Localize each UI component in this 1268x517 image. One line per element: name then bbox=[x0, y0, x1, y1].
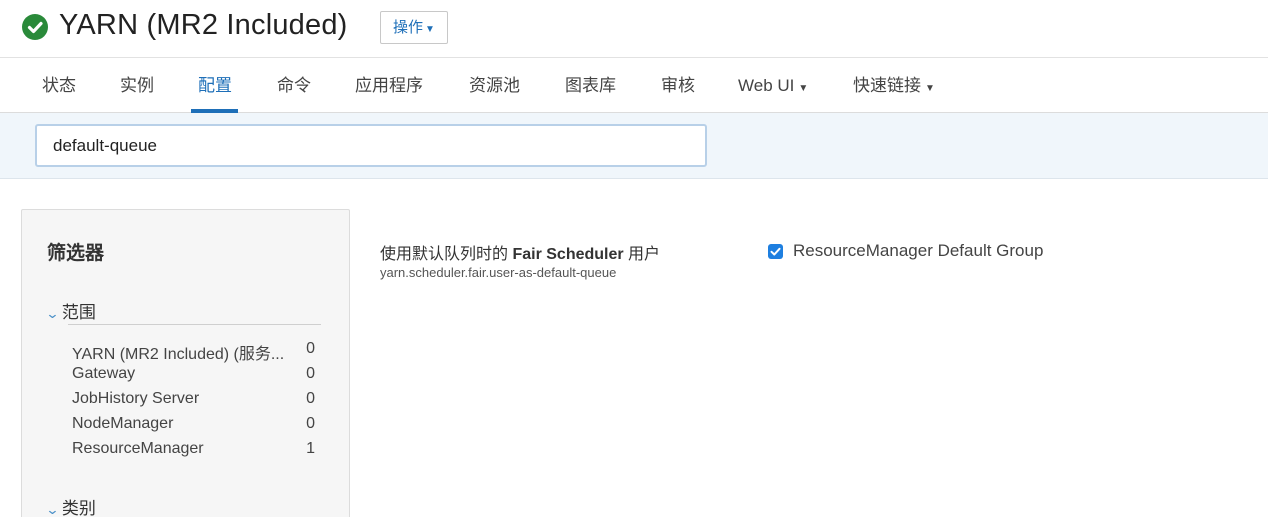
tab-label: 应用程序 bbox=[355, 76, 423, 95]
tab-applications[interactable]: 应用程序 bbox=[355, 58, 423, 113]
filter-item-jobhistory-server[interactable]: JobHistory Server 0 bbox=[72, 390, 322, 412]
actions-label: 操作 bbox=[393, 19, 424, 36]
chevron-down-icon: ⌄ bbox=[45, 306, 60, 321]
property-title-prefix: 使用默认队列时的 bbox=[380, 246, 513, 263]
caret-down-icon: ▼ bbox=[798, 83, 809, 94]
tab-status[interactable]: 状态 bbox=[42, 58, 76, 113]
tab-chart-library[interactable]: 图表库 bbox=[565, 58, 616, 113]
filter-item-name: ResourceManager bbox=[72, 440, 204, 457]
tab-label: 审核 bbox=[661, 76, 695, 95]
property-title: 使用默认队列时的 Fair Scheduler 用户 bbox=[380, 240, 660, 264]
property-title-suffix: 用户 bbox=[623, 246, 661, 263]
chevron-down-icon: ⌄ bbox=[45, 502, 60, 517]
filter-item-yarn-service[interactable]: YARN (MR2 Included) (服务... 0 bbox=[72, 340, 322, 363]
filter-item-name: NodeManager bbox=[72, 415, 174, 432]
search-bar-area bbox=[0, 113, 1268, 179]
tab-label: 快速链接 bbox=[853, 76, 921, 95]
tab-bar: 状态 实例 配置 命令 应用程序 资源池 图表库 审核 Web UI ▼ 快速链接… bbox=[0, 57, 1268, 113]
tab-configuration[interactable]: 配置 bbox=[191, 58, 238, 113]
filter-item-count: 0 bbox=[306, 415, 315, 432]
search-input[interactable] bbox=[35, 124, 707, 167]
tab-resource-pools[interactable]: 资源池 bbox=[469, 58, 520, 113]
filter-item-name: JobHistory Server bbox=[72, 390, 200, 407]
tab-label: 配置 bbox=[198, 76, 232, 95]
tab-label: 实例 bbox=[120, 76, 154, 95]
property-title-bold: Fair Scheduler bbox=[512, 246, 624, 263]
tab-label: 状态 bbox=[42, 76, 76, 95]
tab-instances[interactable]: 实例 bbox=[120, 58, 154, 113]
tab-label: 图表库 bbox=[565, 76, 616, 95]
page-header: YARN (MR2 Included) 操作 ▼ bbox=[0, 0, 1268, 57]
category-section-toggle[interactable]: ⌄ 类别 bbox=[45, 494, 96, 517]
caret-down-icon: ▼ bbox=[425, 24, 435, 35]
scope-label: 范围 bbox=[61, 303, 96, 322]
category-label: 类别 bbox=[61, 499, 96, 517]
filter-item-gateway[interactable]: Gateway 0 bbox=[72, 365, 322, 387]
actions-dropdown-button[interactable]: 操作 ▼ bbox=[380, 11, 448, 44]
filter-item-count: 0 bbox=[306, 365, 315, 382]
scope-section-toggle[interactable]: ⌄ 范围 bbox=[45, 298, 96, 323]
property-key: yarn.scheduler.fair.user-as-default-queu… bbox=[380, 265, 617, 280]
tab-web-ui[interactable]: Web UI ▼ bbox=[738, 58, 808, 113]
section-divider bbox=[68, 324, 321, 325]
filter-item-name: YARN (MR2 Included) (服务... bbox=[72, 346, 285, 363]
property-value-label: ResourceManager Default Group bbox=[793, 241, 1044, 260]
tab-label: 命令 bbox=[277, 76, 311, 95]
page-title: YARN (MR2 Included) bbox=[59, 9, 348, 41]
filter-item-resourcemanager[interactable]: ResourceManager 1 bbox=[72, 440, 322, 462]
tab-label: 资源池 bbox=[469, 76, 520, 95]
filter-item-nodemanager[interactable]: NodeManager 0 bbox=[72, 415, 322, 437]
filter-item-name: Gateway bbox=[72, 365, 136, 382]
tab-commands[interactable]: 命令 bbox=[277, 58, 311, 113]
caret-down-icon: ▼ bbox=[925, 83, 935, 94]
filter-item-count: 0 bbox=[306, 340, 315, 357]
tab-label: Web UI bbox=[738, 76, 795, 95]
filter-title: 筛选器 bbox=[47, 243, 105, 264]
property-checkbox[interactable] bbox=[768, 244, 783, 259]
filter-item-count: 0 bbox=[306, 390, 315, 407]
filter-panel: 筛选器 ⌄ 范围 YARN (MR2 Included) (服务... 0 Gat… bbox=[21, 209, 350, 517]
check-circle-icon bbox=[22, 14, 48, 40]
checkmark-icon bbox=[770, 247, 781, 256]
tab-quick-links[interactable]: 快速链接 ▼ bbox=[853, 58, 935, 113]
filter-item-count: 1 bbox=[306, 440, 315, 457]
tab-audits[interactable]: 审核 bbox=[661, 58, 695, 113]
